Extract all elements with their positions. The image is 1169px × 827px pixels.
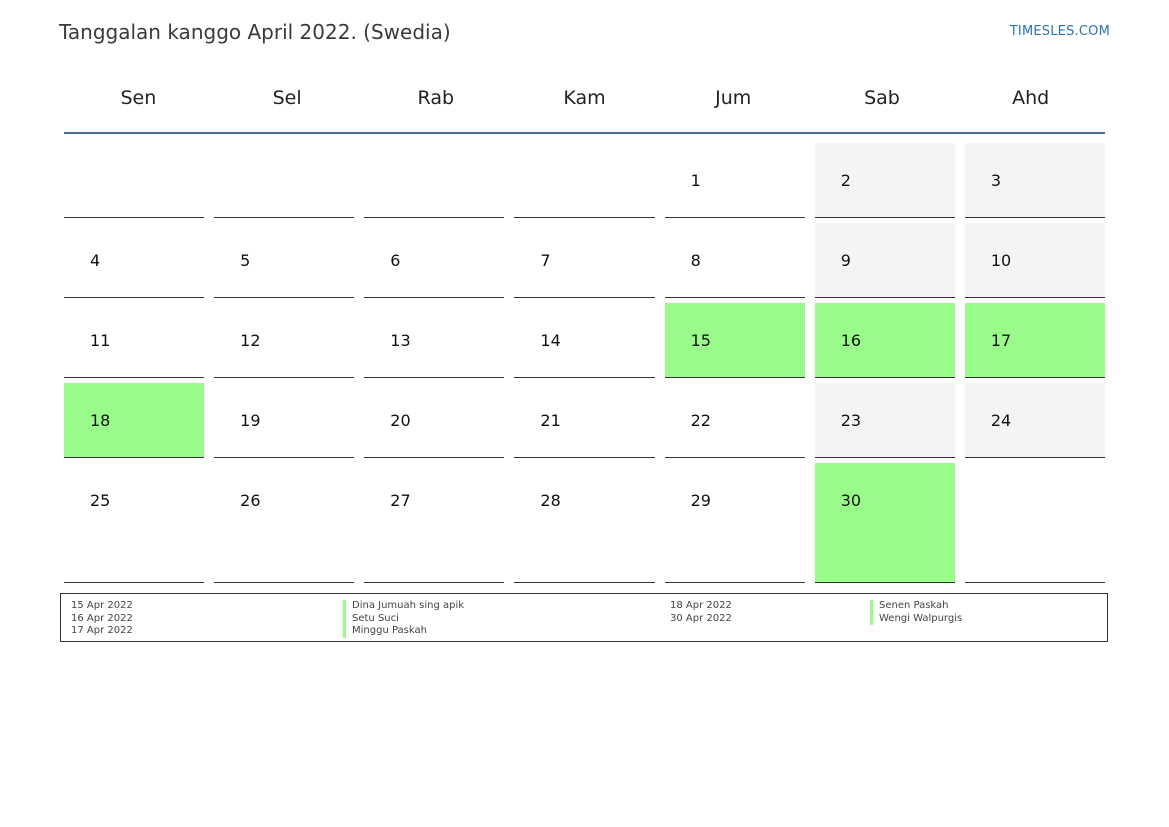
day-cell-6[interactable]: 6 [364,223,505,298]
calendar-grid: 1 2 3 4 5 6 7 8 9 10 11 12 13 14 15 16 17 18 19 20 21 22 23 24 2… [59,138,1110,583]
day-cell-15[interactable]: 15 [664,303,805,378]
day-cell-24[interactable]: 24 [964,383,1105,458]
day-number: 16 [840,331,862,350]
holiday-legend: 15 Apr 2022 16 Apr 2022 17 Apr 2022 Dina J… [60,593,1108,642]
day-number: 21 [540,411,561,430]
day-cell-3[interactable]: 3 [964,143,1105,218]
weekday-rab: Rab [417,87,455,109]
weekday-sen: Sen [120,87,157,109]
legend-date: 30 Apr 2022 [670,612,732,624]
week-row: 18 19 20 21 22 23 24 [59,378,1110,458]
legend-holiday-name: Setu Suci [343,612,464,625]
day-number: 2 [840,171,851,190]
day-number: 28 [540,491,561,510]
day-cell-empty [964,463,1105,583]
day-number: 9 [840,251,851,270]
weekday-sab: Sab [864,87,900,109]
legend-date: 15 Apr 2022 [71,600,133,611]
week-row: 1 2 3 [59,138,1110,218]
legend-names-right: Senen Paskah Wengi Walpurgis [870,600,962,625]
legend-holiday-name: Senen Paskah [870,600,962,613]
legend-names-left: Dina Jumuah sing apik Setu Suci Minggu Pas… [343,600,464,638]
day-number: 10 [990,251,1012,270]
legend-holiday-name: Wengi Walpurgis [870,612,962,625]
day-number: 6 [390,251,401,270]
day-cell-7[interactable]: 7 [514,223,655,298]
day-number: 30 [840,491,862,510]
day-number: 17 [990,331,1012,350]
day-cell-empty [514,143,655,218]
day-cell-1[interactable]: 1 [664,143,805,218]
legend-date: 18 Apr 2022 [670,600,732,611]
day-cell-21[interactable]: 21 [514,383,655,458]
day-number: 18 [90,411,111,430]
day-cell-9[interactable]: 9 [814,223,955,298]
day-cell-30[interactable]: 30 [814,463,955,583]
day-cell-26[interactable]: 26 [214,463,355,583]
day-number: 27 [390,491,411,510]
day-number: 12 [240,331,261,350]
day-cell-18[interactable]: 18 [64,383,205,458]
day-number: 24 [990,411,1012,430]
calendar: Sen Sel Rab Kam Jum Sab Ahd 1 2 3 4 5 6 7 8 9 10 11 12 13 1… [59,70,1110,583]
legend-date: 17 Apr 2022 [71,625,133,636]
legend-dates-right: 18 Apr 2022 30 Apr 2022 [670,600,732,625]
day-cell-27[interactable]: 27 [364,463,505,583]
day-number: 14 [540,331,561,350]
day-number: 20 [390,411,411,430]
weekday-jum: Jum [715,87,752,109]
day-cell-25[interactable]: 25 [64,463,205,583]
day-number: 26 [240,491,261,510]
day-cell-empty [364,143,505,218]
day-cell-22[interactable]: 22 [664,383,805,458]
day-cell-4[interactable]: 4 [64,223,205,298]
day-cell-12[interactable]: 12 [214,303,355,378]
day-number: 7 [540,251,551,270]
day-number: 15 [690,331,711,350]
day-cell-8[interactable]: 8 [664,223,805,298]
weekday-ahd: Ahd [1012,87,1050,109]
weekday-kam: Kam [563,87,606,109]
legend-holiday-name: Minggu Paskah [343,625,464,638]
day-number: 1 [690,171,701,190]
day-cell-11[interactable]: 11 [64,303,205,378]
legend-dates-left: 15 Apr 2022 16 Apr 2022 17 Apr 2022 [71,600,133,638]
day-number: 25 [90,491,111,510]
day-cell-23[interactable]: 23 [814,383,955,458]
day-cell-28[interactable]: 28 [514,463,655,583]
day-number: 11 [90,331,111,350]
day-number: 29 [690,491,711,510]
week-row: 4 5 6 7 8 9 10 [59,218,1110,298]
day-cell-10[interactable]: 10 [964,223,1105,298]
day-cell-17[interactable]: 17 [964,303,1105,378]
day-number: 19 [240,411,261,430]
day-number: 3 [990,171,1002,190]
legend-holiday-name: Dina Jumuah sing apik [343,600,464,613]
day-cell-13[interactable]: 13 [364,303,505,378]
page-title: Tanggalan kanggo April 2022. (Swedia) [59,20,451,44]
day-number: 5 [240,251,251,270]
legend-date: 16 Apr 2022 [71,612,133,624]
day-cell-empty [64,143,205,218]
day-number: 13 [390,331,411,350]
day-cell-19[interactable]: 19 [214,383,355,458]
day-cell-29[interactable]: 29 [664,463,805,583]
week-row: 25 26 27 28 29 30 [59,458,1110,583]
day-number: 23 [840,411,862,430]
day-number: 4 [90,251,101,270]
day-cell-16[interactable]: 16 [814,303,955,378]
day-number: 22 [690,411,711,430]
weekday-header: Sen Sel Rab Kam Jum Sab Ahd [64,70,1105,134]
day-cell-2[interactable]: 2 [814,143,955,218]
day-cell-5[interactable]: 5 [214,223,355,298]
day-number: 8 [690,251,701,270]
day-cell-20[interactable]: 20 [364,383,505,458]
week-row: 11 12 13 14 15 16 17 [59,298,1110,378]
day-cell-empty [214,143,355,218]
brand-link[interactable]: TIMESLES.COM [1010,24,1110,39]
day-cell-14[interactable]: 14 [514,303,655,378]
weekday-sel: Sel [272,87,302,109]
